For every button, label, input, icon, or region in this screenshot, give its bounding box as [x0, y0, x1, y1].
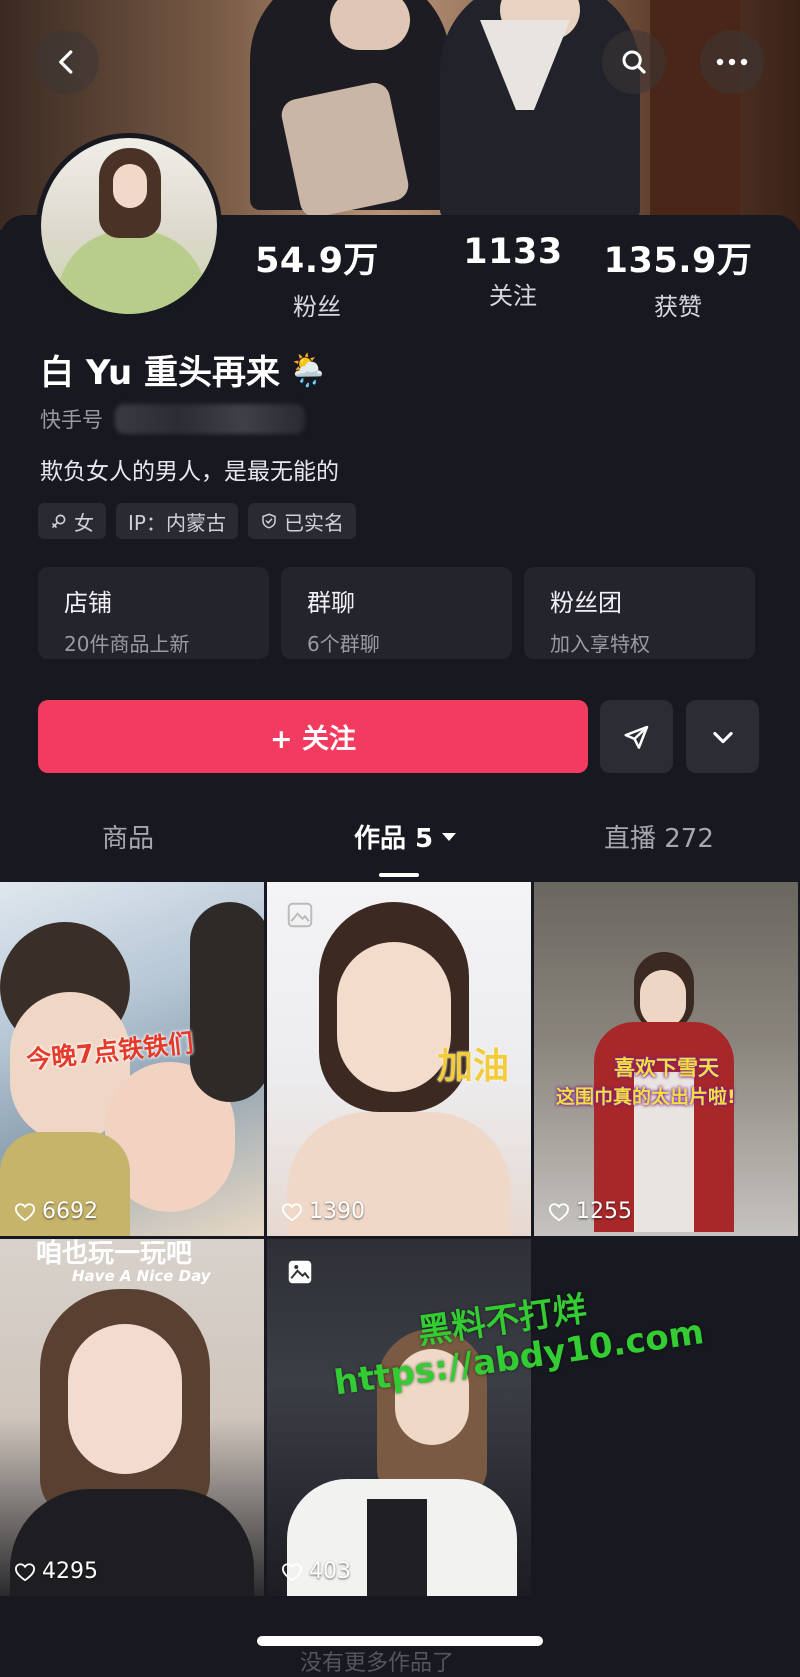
video-like-count: 6692 — [14, 1199, 98, 1224]
shield-check-icon — [262, 513, 276, 529]
like-count-text: 1255 — [576, 1199, 632, 1224]
follow-button-label: + 关注 — [269, 724, 357, 755]
card-fan-club-title: 粉丝团 — [550, 589, 622, 617]
video-tile[interactable]: 403 — [267, 1239, 531, 1596]
video-like-count: 1255 — [548, 1199, 632, 1224]
send-icon — [624, 725, 648, 749]
tab-live-label: 直播 272 — [604, 824, 714, 854]
heart-icon — [14, 1562, 36, 1581]
avatar[interactable] — [36, 133, 222, 319]
stat-following[interactable]: 1133 关注 — [433, 232, 593, 311]
likes-label: 获赞 — [654, 293, 702, 321]
card-fan-club[interactable]: 粉丝团 加入享特权 — [524, 567, 755, 659]
tag-verified-label: 已实名 — [283, 510, 344, 535]
weather-emoji-icon: 🌦️ — [288, 350, 328, 389]
tab-goods-label: 商品 — [102, 824, 155, 854]
fans-label: 粉丝 — [293, 293, 341, 321]
expand-recommendations-button[interactable] — [686, 700, 759, 773]
nickname-text: 白 Yu 重头再来 — [40, 353, 281, 393]
female-icon — [52, 514, 66, 528]
share-button[interactable] — [600, 700, 673, 773]
kuaishou-id-label: 快手号 — [40, 408, 103, 432]
chevron-down-icon — [712, 731, 733, 743]
heart-icon — [281, 1562, 303, 1581]
image-post-icon — [287, 902, 313, 928]
video-cover-text: 喜欢下雪天 — [614, 1056, 719, 1080]
more-horizontal-icon — [716, 58, 748, 66]
home-indicator — [257, 1636, 543, 1646]
tag-ip-label: IP：内蒙古 — [128, 510, 226, 535]
content-tabs: 商品 作品 5 直播 272 — [0, 818, 800, 878]
stat-likes[interactable]: 135.9万 获赞 — [598, 232, 758, 322]
card-shop-title: 店铺 — [64, 589, 112, 617]
following-count: 1133 — [463, 232, 563, 272]
card-fan-club-subtitle: 加入享特权 — [550, 632, 650, 656]
more-button[interactable] — [700, 30, 764, 94]
video-cover-text: 咱也玩一玩吧 — [36, 1239, 193, 1269]
stat-fans[interactable]: 54.9万 粉丝 — [237, 232, 397, 322]
video-cover-text-2: Have A Nice Day — [72, 1267, 211, 1285]
like-count-text: 4295 — [42, 1559, 98, 1584]
card-group-chat-subtitle: 6个群聊 — [307, 632, 380, 656]
chevron-left-icon — [59, 50, 73, 74]
tag-ip-location: IP：内蒙古 — [116, 503, 238, 539]
like-count-text: 1390 — [309, 1199, 365, 1224]
video-tile[interactable]: 喜欢下雪天 这围巾真的太出片啦! 1255 — [534, 882, 798, 1236]
image-post-icon — [288, 1260, 312, 1284]
profile-nickname: 白 Yu 重头再来 🌦️ — [40, 345, 328, 394]
video-cover-text: 加油 — [437, 1046, 510, 1087]
follow-button[interactable]: + 关注 — [38, 700, 588, 773]
card-shop[interactable]: 店铺 20件商品上新 — [38, 567, 269, 659]
caret-down-icon — [442, 832, 457, 841]
tab-works[interactable]: 作品 5 — [354, 818, 457, 855]
video-cover-text-2: 这围巾真的太出片啦! — [556, 1086, 736, 1108]
video-tile[interactable]: 今晚7点铁铁们 6692 — [0, 882, 264, 1236]
feature-cards: 店铺 20件商品上新 群聊 6个群聊 粉丝团 加入享特权 — [38, 567, 755, 659]
tab-works-label: 作品 5 — [354, 824, 434, 854]
heart-icon — [14, 1202, 36, 1221]
profile-bio: 欺负女人的男人，是最无能的 — [40, 459, 339, 485]
like-count-text: 6692 — [42, 1199, 98, 1224]
tag-verified: 已实名 — [247, 503, 356, 539]
video-like-count: 1390 — [281, 1199, 365, 1224]
profile-tags: 女 IP：内蒙古 已实名 — [38, 503, 356, 539]
heart-icon — [281, 1202, 303, 1221]
likes-count: 135.9万 — [603, 241, 753, 281]
no-more-works-hint: 没有更多作品了 — [300, 1651, 455, 1676]
heart-icon — [548, 1202, 570, 1221]
kuaishou-id-redacted — [115, 404, 305, 434]
active-tab-indicator — [379, 873, 419, 877]
video-tile[interactable]: 咱也玩一玩吧 Have A Nice Day 4295 — [0, 1239, 264, 1596]
like-count-text: 403 — [309, 1559, 351, 1584]
tab-live[interactable]: 直播 272 — [604, 818, 714, 855]
video-like-count: 4295 — [14, 1559, 98, 1584]
kuaishou-id: 快手号 — [40, 404, 305, 434]
card-group-chat-title: 群聊 — [307, 589, 355, 617]
card-shop-subtitle: 20件商品上新 — [64, 632, 190, 656]
fans-count: 54.9万 — [255, 241, 379, 281]
following-label: 关注 — [489, 282, 537, 310]
tag-gender: 女 — [38, 503, 106, 539]
search-button[interactable] — [602, 30, 666, 94]
search-icon — [622, 50, 646, 74]
video-tile[interactable]: 加油 1390 — [267, 882, 531, 1236]
tab-goods[interactable]: 商品 — [102, 818, 154, 855]
back-button[interactable] — [35, 30, 99, 94]
tag-gender-label: 女 — [74, 510, 94, 535]
card-group-chat[interactable]: 群聊 6个群聊 — [281, 567, 512, 659]
video-like-count: 403 — [281, 1559, 351, 1584]
